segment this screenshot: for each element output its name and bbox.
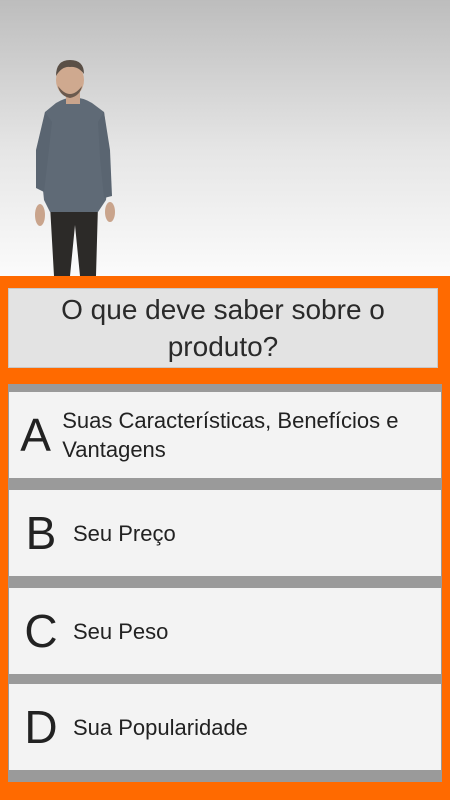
answer-option-d[interactable]: D Sua Popularidade — [9, 684, 441, 770]
answer-option-b[interactable]: B Seu Preço — [9, 490, 441, 576]
answer-text: Seu Preço — [73, 520, 176, 546]
question-text: O que deve saber sobre o produto? — [61, 294, 385, 362]
answer-letter: A — [20, 409, 51, 461]
answer-text: Suas Características, Benefícios e Vanta… — [62, 408, 399, 462]
answer-option-c[interactable]: C Seu Peso — [9, 588, 441, 674]
question-box: O que deve saber sobre o produto? — [8, 288, 438, 368]
answer-letter: D — [24, 701, 58, 753]
answer-letter: B — [25, 507, 57, 559]
answers-list: A Suas Características, Benefícios e Van… — [8, 384, 442, 782]
answer-text: Seu Peso — [73, 618, 169, 644]
answer-option-a[interactable]: A Suas Características, Benefícios e Van… — [9, 392, 441, 478]
answer-letter: C — [24, 605, 58, 657]
presenter-figure — [35, 60, 115, 276]
answer-text: Sua Popularidade — [73, 714, 248, 740]
presenter-video — [0, 0, 450, 276]
quiz-panel: O que deve saber sobre o produto? A Suas… — [0, 276, 450, 800]
